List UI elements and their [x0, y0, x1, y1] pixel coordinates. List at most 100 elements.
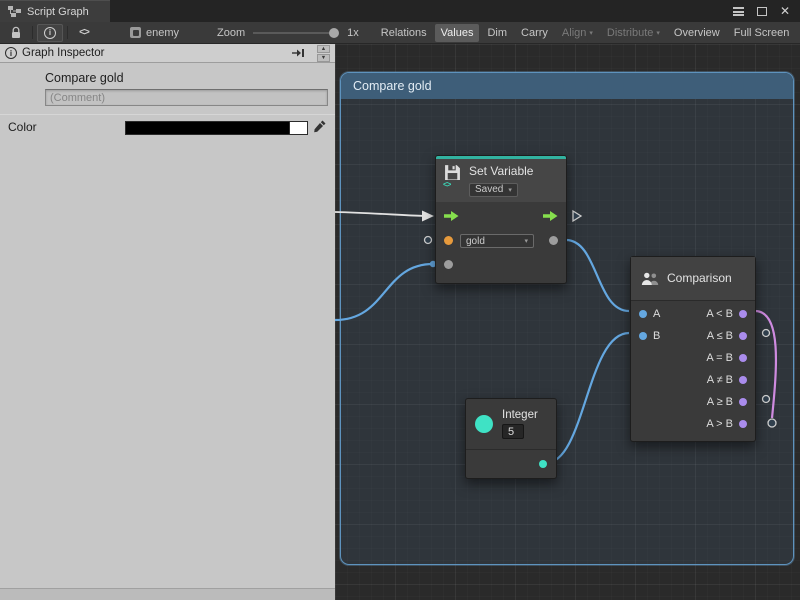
variable-name-port[interactable] — [444, 236, 453, 245]
graph-owner-label: enemy — [146, 27, 179, 39]
script-graph-icon — [8, 6, 21, 17]
carry-button[interactable]: Carry — [515, 24, 554, 42]
edit-graph-button[interactable]: <> — [72, 24, 96, 42]
fullscreen-button[interactable]: Full Screen — [728, 24, 796, 42]
node-integer[interactable]: Integer 5 — [465, 398, 557, 479]
comparison-row: A A < B — [631, 303, 755, 325]
inspector-scrollbar-horizontal[interactable] — [0, 588, 335, 600]
node-header: Comparison — [631, 257, 755, 301]
color-field[interactable] — [125, 121, 308, 135]
comparison-row: A ≥ B — [631, 391, 755, 413]
window-menu-icon[interactable] — [733, 7, 744, 16]
node-title: Set Variable — [469, 164, 533, 179]
unconnected-port[interactable] — [763, 330, 770, 337]
node-title: Comparison — [667, 271, 732, 286]
tab-script-graph[interactable]: Script Graph — [0, 0, 110, 22]
inspector-stepper: ▲ ▼ — [317, 45, 330, 62]
value-port-row — [436, 252, 566, 276]
lock-button[interactable] — [4, 24, 28, 42]
integer-icon — [475, 415, 493, 433]
node-set-variable[interactable]: <> Set Variable Saved ▾ — [435, 155, 567, 284]
dim-button[interactable]: Dim — [481, 24, 513, 42]
output-port-equal[interactable] — [739, 354, 747, 362]
close-icon[interactable]: ✕ — [780, 5, 790, 17]
eyedropper-icon[interactable] — [313, 119, 327, 135]
info-button[interactable]: i — [37, 24, 63, 42]
titlebar: Script Graph ✕ — [0, 0, 800, 22]
align-button[interactable]: Align▾ — [556, 24, 599, 42]
toolbar-separator — [67, 26, 68, 39]
integer-output-port[interactable] — [539, 460, 547, 468]
port-label: B — [653, 330, 660, 342]
info-icon: i — [44, 27, 56, 39]
flow-input-port[interactable] — [444, 210, 459, 222]
code-badge-icon: <> — [443, 180, 450, 189]
graph-canvas[interactable]: Compare gold — [335, 44, 800, 600]
chevron-down-icon: ▾ — [589, 29, 593, 37]
lock-icon — [10, 26, 22, 39]
step-down-button[interactable]: ▼ — [317, 54, 330, 62]
output-value-port[interactable] — [549, 236, 558, 245]
graph-owner[interactable]: enemy — [130, 27, 179, 39]
variable-port-row: gold ▾ — [436, 228, 566, 252]
toolbar-separator — [32, 26, 33, 39]
output-port-less-equal[interactable] — [739, 332, 747, 340]
output-port-greater[interactable] — [739, 420, 747, 428]
unconnected-port[interactable] — [763, 396, 770, 403]
inspector-header: i Graph Inspector ▲ ▼ — [0, 44, 335, 63]
integer-value-input[interactable]: 5 — [502, 424, 524, 439]
port-label: A ≥ B — [707, 396, 733, 408]
output-port-not-equal[interactable] — [739, 376, 747, 384]
input-value-port[interactable] — [444, 260, 453, 269]
variable-scope-dropdown[interactable]: Saved ▾ — [469, 183, 518, 197]
output-port-less[interactable] — [739, 310, 747, 318]
zoom-slider[interactable] — [253, 32, 337, 34]
window-controls: ✕ — [733, 0, 800, 22]
overview-button[interactable]: Overview — [668, 24, 726, 42]
port-label: A ≤ B — [707, 330, 733, 342]
unconnected-port[interactable] — [768, 419, 776, 427]
flow-output-port[interactable] — [543, 210, 558, 222]
node-ports — [466, 449, 556, 478]
graph-asset-icon — [130, 27, 141, 38]
wire-flow-in[interactable] — [335, 212, 424, 216]
step-up-button[interactable]: ▲ — [317, 45, 330, 53]
chevron-down-icon: ▾ — [508, 186, 512, 194]
graph-toolbar: i <> enemy Zoom 1x Relations Values Dim … — [0, 22, 800, 44]
wire-integer-to-comparison-b[interactable] — [546, 333, 629, 463]
port-label: A > B — [706, 418, 733, 430]
input-port-a[interactable] — [639, 310, 647, 318]
output-port-greater-equal[interactable] — [739, 398, 747, 406]
comment-input[interactable] — [45, 89, 328, 106]
wire-flow-in-arrowhead — [422, 211, 434, 222]
node-header: <> Set Variable Saved ▾ — [436, 159, 566, 202]
values-button[interactable]: Values — [435, 24, 480, 42]
graph-inspector-panel: i Graph Inspector ▲ ▼ Compare gold Color — [0, 44, 335, 600]
zoom-slider-handle[interactable] — [329, 28, 339, 38]
chevron-down-icon: ▾ — [524, 237, 528, 245]
info-icon: i — [5, 47, 17, 59]
dock-icon[interactable] — [291, 48, 306, 58]
zoom-value: 1x — [347, 27, 359, 39]
node-body: gold ▾ — [436, 202, 566, 283]
graph-title: Compare gold — [45, 71, 124, 85]
wire-setvar-to-comparison-a[interactable] — [566, 240, 629, 311]
input-port-b[interactable] — [639, 332, 647, 340]
tab-title: Script Graph — [27, 6, 89, 18]
unconnected-flow-port[interactable] — [573, 211, 581, 221]
save-variable-icon: <> — [444, 164, 462, 186]
comparison-row: B A ≤ B — [631, 325, 755, 347]
chevron-down-icon: ▾ — [656, 29, 660, 37]
distribute-button[interactable]: Distribute▾ — [601, 24, 666, 42]
toolbar-buttons: Relations Values Dim Carry Align▾ Distri… — [375, 24, 796, 42]
port-label: A ≠ B — [707, 374, 733, 386]
comparison-icon — [641, 272, 659, 286]
node-comparison[interactable]: Comparison A A < B B — [630, 256, 756, 442]
unconnected-port[interactable] — [425, 237, 432, 244]
variable-dropdown[interactable]: gold ▾ — [460, 234, 534, 248]
color-alpha-segment — [289, 122, 307, 134]
wire-value-in[interactable] — [335, 264, 433, 320]
inspector-title: Graph Inspector — [22, 47, 104, 59]
relations-button[interactable]: Relations — [375, 24, 433, 42]
maximize-icon[interactable] — [757, 7, 767, 16]
